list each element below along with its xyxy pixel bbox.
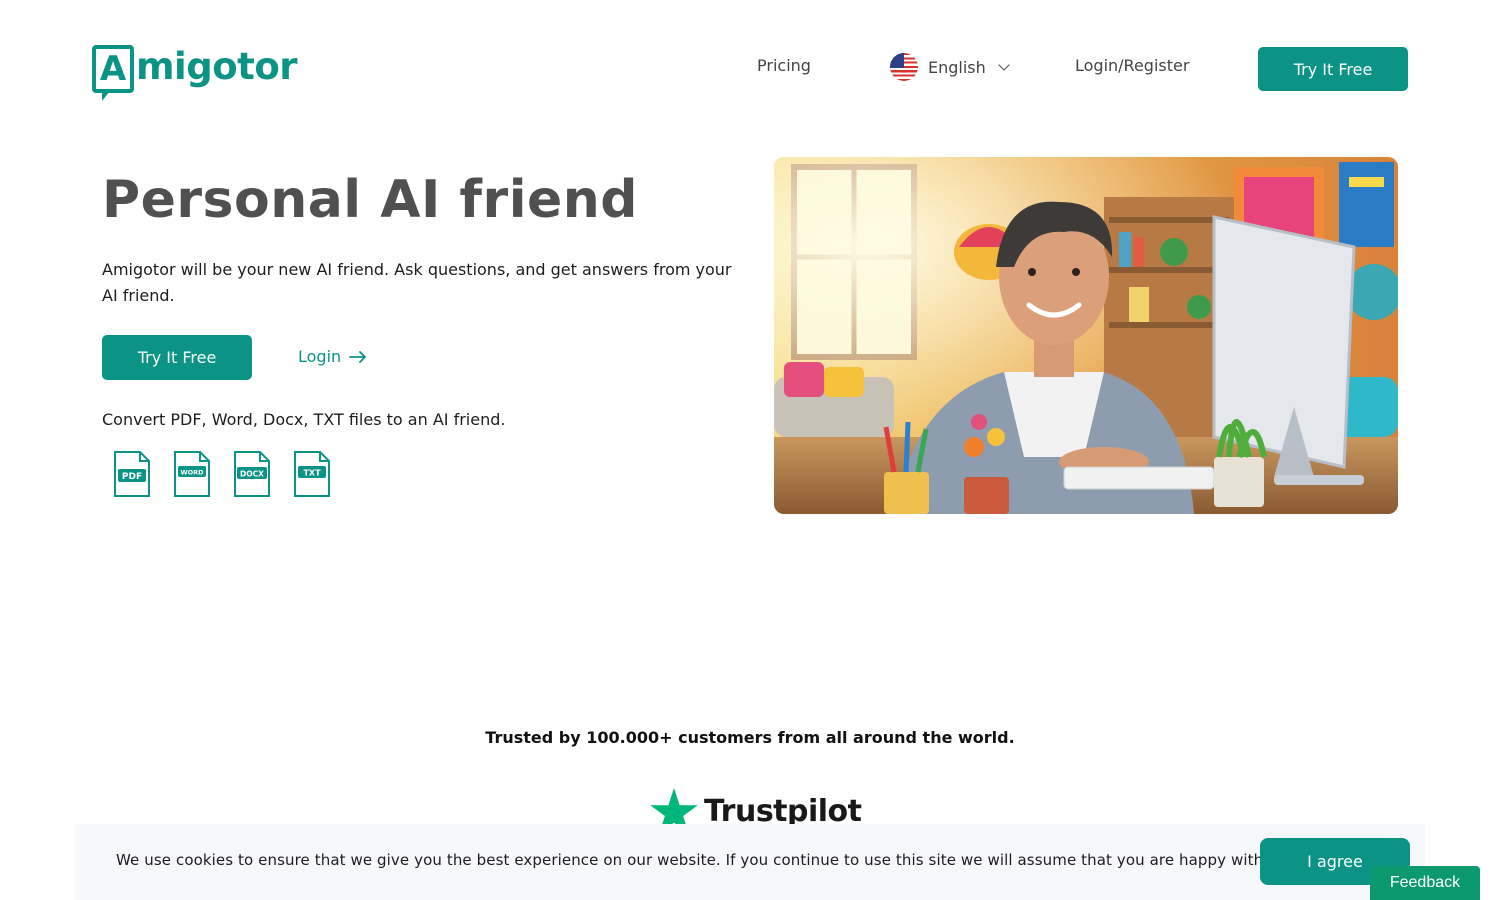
- pdf-file-label: PDF: [122, 472, 142, 482]
- logo-mark-icon: A: [92, 45, 134, 101]
- txt-file-icon: TXT: [294, 451, 330, 497]
- chevron-down-icon: [998, 59, 1010, 71]
- hero-description: Amigotor will be your new AI friend. Ask…: [102, 260, 732, 305]
- us-flag-icon: [890, 53, 918, 81]
- feedback-tab[interactable]: Feedback: [1370, 866, 1480, 900]
- logo-text: migotor: [136, 44, 298, 88]
- txt-file-label: TXT: [303, 469, 321, 478]
- convert-files-text: Convert PDF, Word, Docx, TXT files to an…: [102, 410, 506, 429]
- hero-title: Personal AI friend: [102, 170, 639, 230]
- language-label: English: [928, 57, 986, 77]
- file-type-icons: PDF WORD DOCX TXT: [113, 450, 331, 498]
- login-link-label: Login: [298, 347, 342, 366]
- cookie-banner: We use cookies to ensure that we give yo…: [75, 824, 1425, 900]
- logo[interactable]: A migotor: [92, 40, 298, 101]
- nav-pricing-link[interactable]: Pricing: [757, 56, 811, 75]
- word-file-label: WORD: [180, 469, 204, 477]
- hero-login-link[interactable]: Login: [298, 347, 367, 366]
- hero-try-free-button[interactable]: Try It Free: [102, 335, 252, 380]
- pdf-file-icon: PDF: [114, 451, 150, 497]
- word-file-icon: WORD: [174, 451, 210, 497]
- header-try-free-button[interactable]: Try It Free: [1258, 47, 1408, 91]
- site-header: A migotor Pricing English Login/Register…: [0, 0, 1500, 130]
- docx-file-label: DOCX: [240, 470, 264, 479]
- language-selector[interactable]: English: [890, 53, 1010, 81]
- nav-login-register-link[interactable]: Login/Register: [1075, 56, 1189, 75]
- hero-illustration: [774, 157, 1398, 514]
- trusted-by-text: Trusted by 100.000+ customers from all a…: [485, 728, 1015, 747]
- docx-file-icon: DOCX: [234, 451, 270, 497]
- cookie-message: We use cookies to ensure that we give yo…: [116, 851, 1284, 869]
- arrow-right-icon: [349, 350, 367, 363]
